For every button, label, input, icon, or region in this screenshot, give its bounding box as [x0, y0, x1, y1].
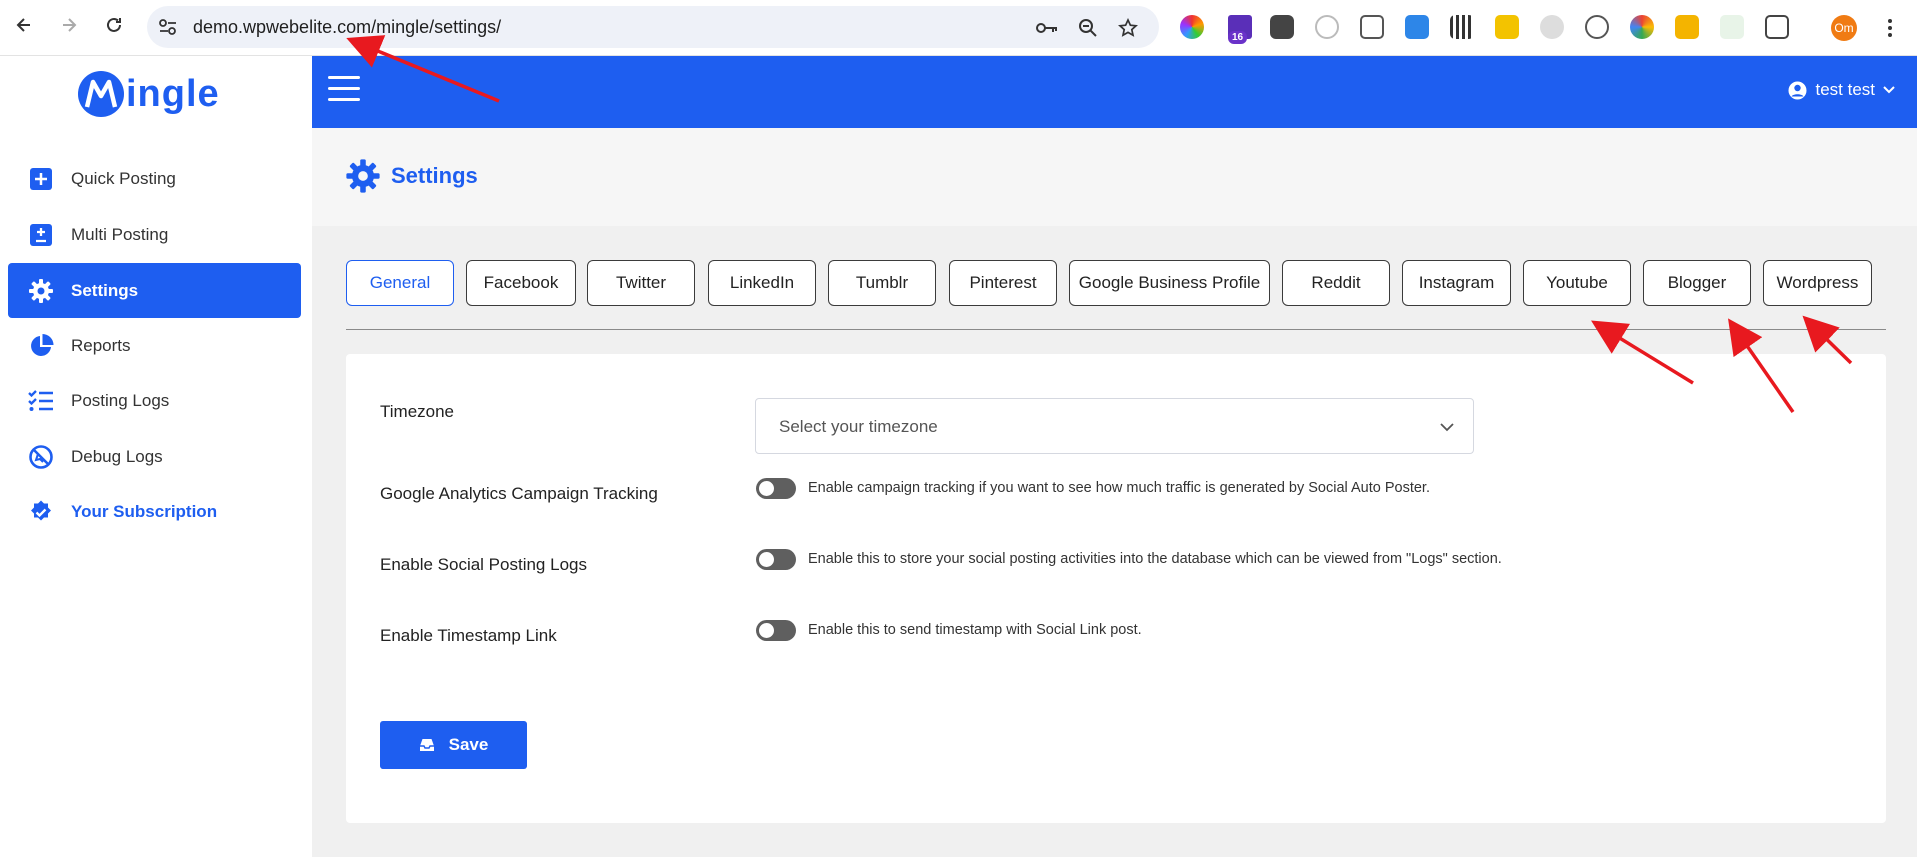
ga-tracking-toggle[interactable]: [756, 478, 796, 499]
extension-robot-icon[interactable]: [1270, 15, 1294, 39]
timestamp-link-label: Enable Timestamp Link: [380, 626, 557, 645]
sidebar-item-label: Multi Posting: [71, 224, 169, 244]
tab-youtube[interactable]: Youtube: [1523, 260, 1631, 306]
address-bar[interactable]: demo.wpwebelite.com/mingle/settings/: [147, 6, 1159, 48]
user-name: test test: [1815, 80, 1875, 99]
inbox-icon: [419, 739, 434, 751]
extension-snowflake-icon[interactable]: [1540, 15, 1564, 39]
timestamp-link-help: Enable this to send timestamp with Socia…: [808, 622, 1142, 638]
plus-square-icon: [28, 166, 54, 192]
gear-icon: [28, 278, 54, 304]
browser-menu-icon[interactable]: [1880, 14, 1900, 42]
top-bar: test test: [312, 56, 1917, 128]
extension-loader-icon[interactable]: [1630, 15, 1654, 39]
sidebar-item-posting-logs[interactable]: Posting Logs: [8, 373, 301, 428]
plus-minus-square-icon: [28, 222, 54, 248]
profile-avatar[interactable]: Om: [1831, 15, 1857, 41]
reload-icon: [107, 17, 121, 32]
posting-logs-label: Enable Social Posting Logs: [380, 555, 587, 574]
sidebar-item-quick-posting[interactable]: Quick Posting: [8, 151, 301, 206]
page-header: Settings: [312, 128, 1917, 226]
page-title-text: Settings: [391, 163, 478, 188]
posting-logs-help: Enable this to store your social posting…: [808, 551, 1502, 567]
extension-badge: 16: [1228, 31, 1248, 44]
sidebar-item-label: Debug Logs: [71, 446, 163, 466]
pie-chart-icon: [28, 333, 54, 359]
tab-twitter[interactable]: Twitter: [587, 260, 695, 306]
main-content: Settings General Facebook Twitter Linked…: [312, 128, 1917, 857]
verified-badge-icon: [28, 499, 54, 525]
tabs-divider: [346, 329, 1886, 330]
sidebar-item-label: Reports: [71, 335, 131, 355]
posting-logs-toggle[interactable]: [756, 549, 796, 570]
password-key-icon[interactable]: [1036, 17, 1058, 39]
extension-fi-icon[interactable]: [1405, 15, 1429, 39]
page-title: Settings: [345, 158, 478, 194]
gear-icon: [346, 159, 380, 193]
extension-add-icon[interactable]: [1720, 15, 1744, 39]
checklist-icon: [28, 388, 54, 414]
tab-tumblr[interactable]: Tumblr: [828, 260, 936, 306]
tab-instagram[interactable]: Instagram: [1402, 260, 1511, 306]
extension-window-icon[interactable]: [1360, 15, 1384, 39]
sidebar-item-label: Quick Posting: [71, 168, 176, 188]
settings-tabs: General Facebook Twitter LinkedIn Tumblr…: [346, 260, 1886, 308]
logo-mark: [78, 71, 124, 117]
sidebar-item-your-subscription[interactable]: Your Subscription: [8, 484, 301, 539]
site-settings-icon[interactable]: [157, 17, 179, 37]
back-arrow-icon: [16, 18, 30, 32]
sidebar-item-label: Your Subscription: [71, 501, 218, 521]
tab-facebook[interactable]: Facebook: [466, 260, 576, 306]
extension-color-icon[interactable]: [1180, 15, 1204, 39]
extension-warning-icon[interactable]: [1675, 15, 1699, 39]
sidebar-item-settings[interactable]: Settings: [8, 263, 301, 318]
extension-chart-icon[interactable]: [1495, 15, 1519, 39]
timezone-select[interactable]: Select your timezone: [755, 398, 1474, 454]
save-button[interactable]: Save: [380, 721, 527, 769]
browser-toolbar: demo.wpwebelite.com/mingle/settings/ 16 …: [0, 0, 1917, 56]
extension-compass-icon[interactable]: [1315, 15, 1339, 39]
tab-blogger[interactable]: Blogger: [1643, 260, 1751, 306]
logo-text: ingle: [126, 72, 220, 115]
chevron-down-icon: [1883, 86, 1895, 94]
back-button[interactable]: [9, 10, 39, 40]
sidebar-item-label: Settings: [71, 280, 139, 300]
sidebar-item-reports[interactable]: Reports: [8, 318, 301, 373]
bookmark-star-icon[interactable]: [1117, 17, 1139, 39]
sidebar-item-debug-logs[interactable]: Debug Logs: [8, 429, 301, 484]
extension-recycle-icon[interactable]: [1585, 15, 1609, 39]
logo[interactable]: ingle: [78, 66, 220, 122]
extension-qr-icon[interactable]: [1450, 15, 1474, 39]
tab-general[interactable]: General: [346, 260, 454, 306]
user-circle-icon: [1788, 81, 1807, 99]
ga-tracking-label: Google Analytics Campaign Tracking: [380, 484, 658, 503]
save-label: Save: [448, 735, 489, 754]
sidebar-item-label: Posting Logs: [71, 390, 170, 410]
sidebar-item-multi-posting[interactable]: Multi Posting: [8, 207, 301, 262]
chevron-down-icon: [1440, 423, 1454, 432]
ga-tracking-help: Enable campaign tracking if you want to …: [808, 480, 1430, 496]
extensions-puzzle-icon[interactable]: [1765, 15, 1789, 39]
user-menu[interactable]: test test: [1788, 80, 1895, 100]
tab-linkedin[interactable]: LinkedIn: [708, 260, 816, 306]
debug-icon: [28, 444, 54, 470]
reload-button[interactable]: [99, 10, 129, 40]
timezone-label: Timezone: [380, 402, 455, 421]
forward-arrow-icon: [63, 18, 77, 32]
zoom-icon[interactable]: [1077, 17, 1099, 39]
tab-pinterest[interactable]: Pinterest: [949, 260, 1057, 306]
url-text[interactable]: demo.wpwebelite.com/mingle/settings/: [193, 17, 501, 38]
tab-wordpress[interactable]: Wordpress: [1763, 260, 1872, 306]
tab-google-business-profile[interactable]: Google Business Profile: [1069, 260, 1270, 306]
menu-toggle-button[interactable]: [328, 76, 360, 106]
timestamp-link-toggle[interactable]: [756, 620, 796, 641]
timezone-placeholder: Select your timezone: [779, 417, 938, 436]
tab-reddit[interactable]: Reddit: [1282, 260, 1390, 306]
general-settings-card: Timezone Select your timezone Google Ana…: [346, 354, 1886, 823]
forward-button[interactable]: [54, 10, 84, 40]
